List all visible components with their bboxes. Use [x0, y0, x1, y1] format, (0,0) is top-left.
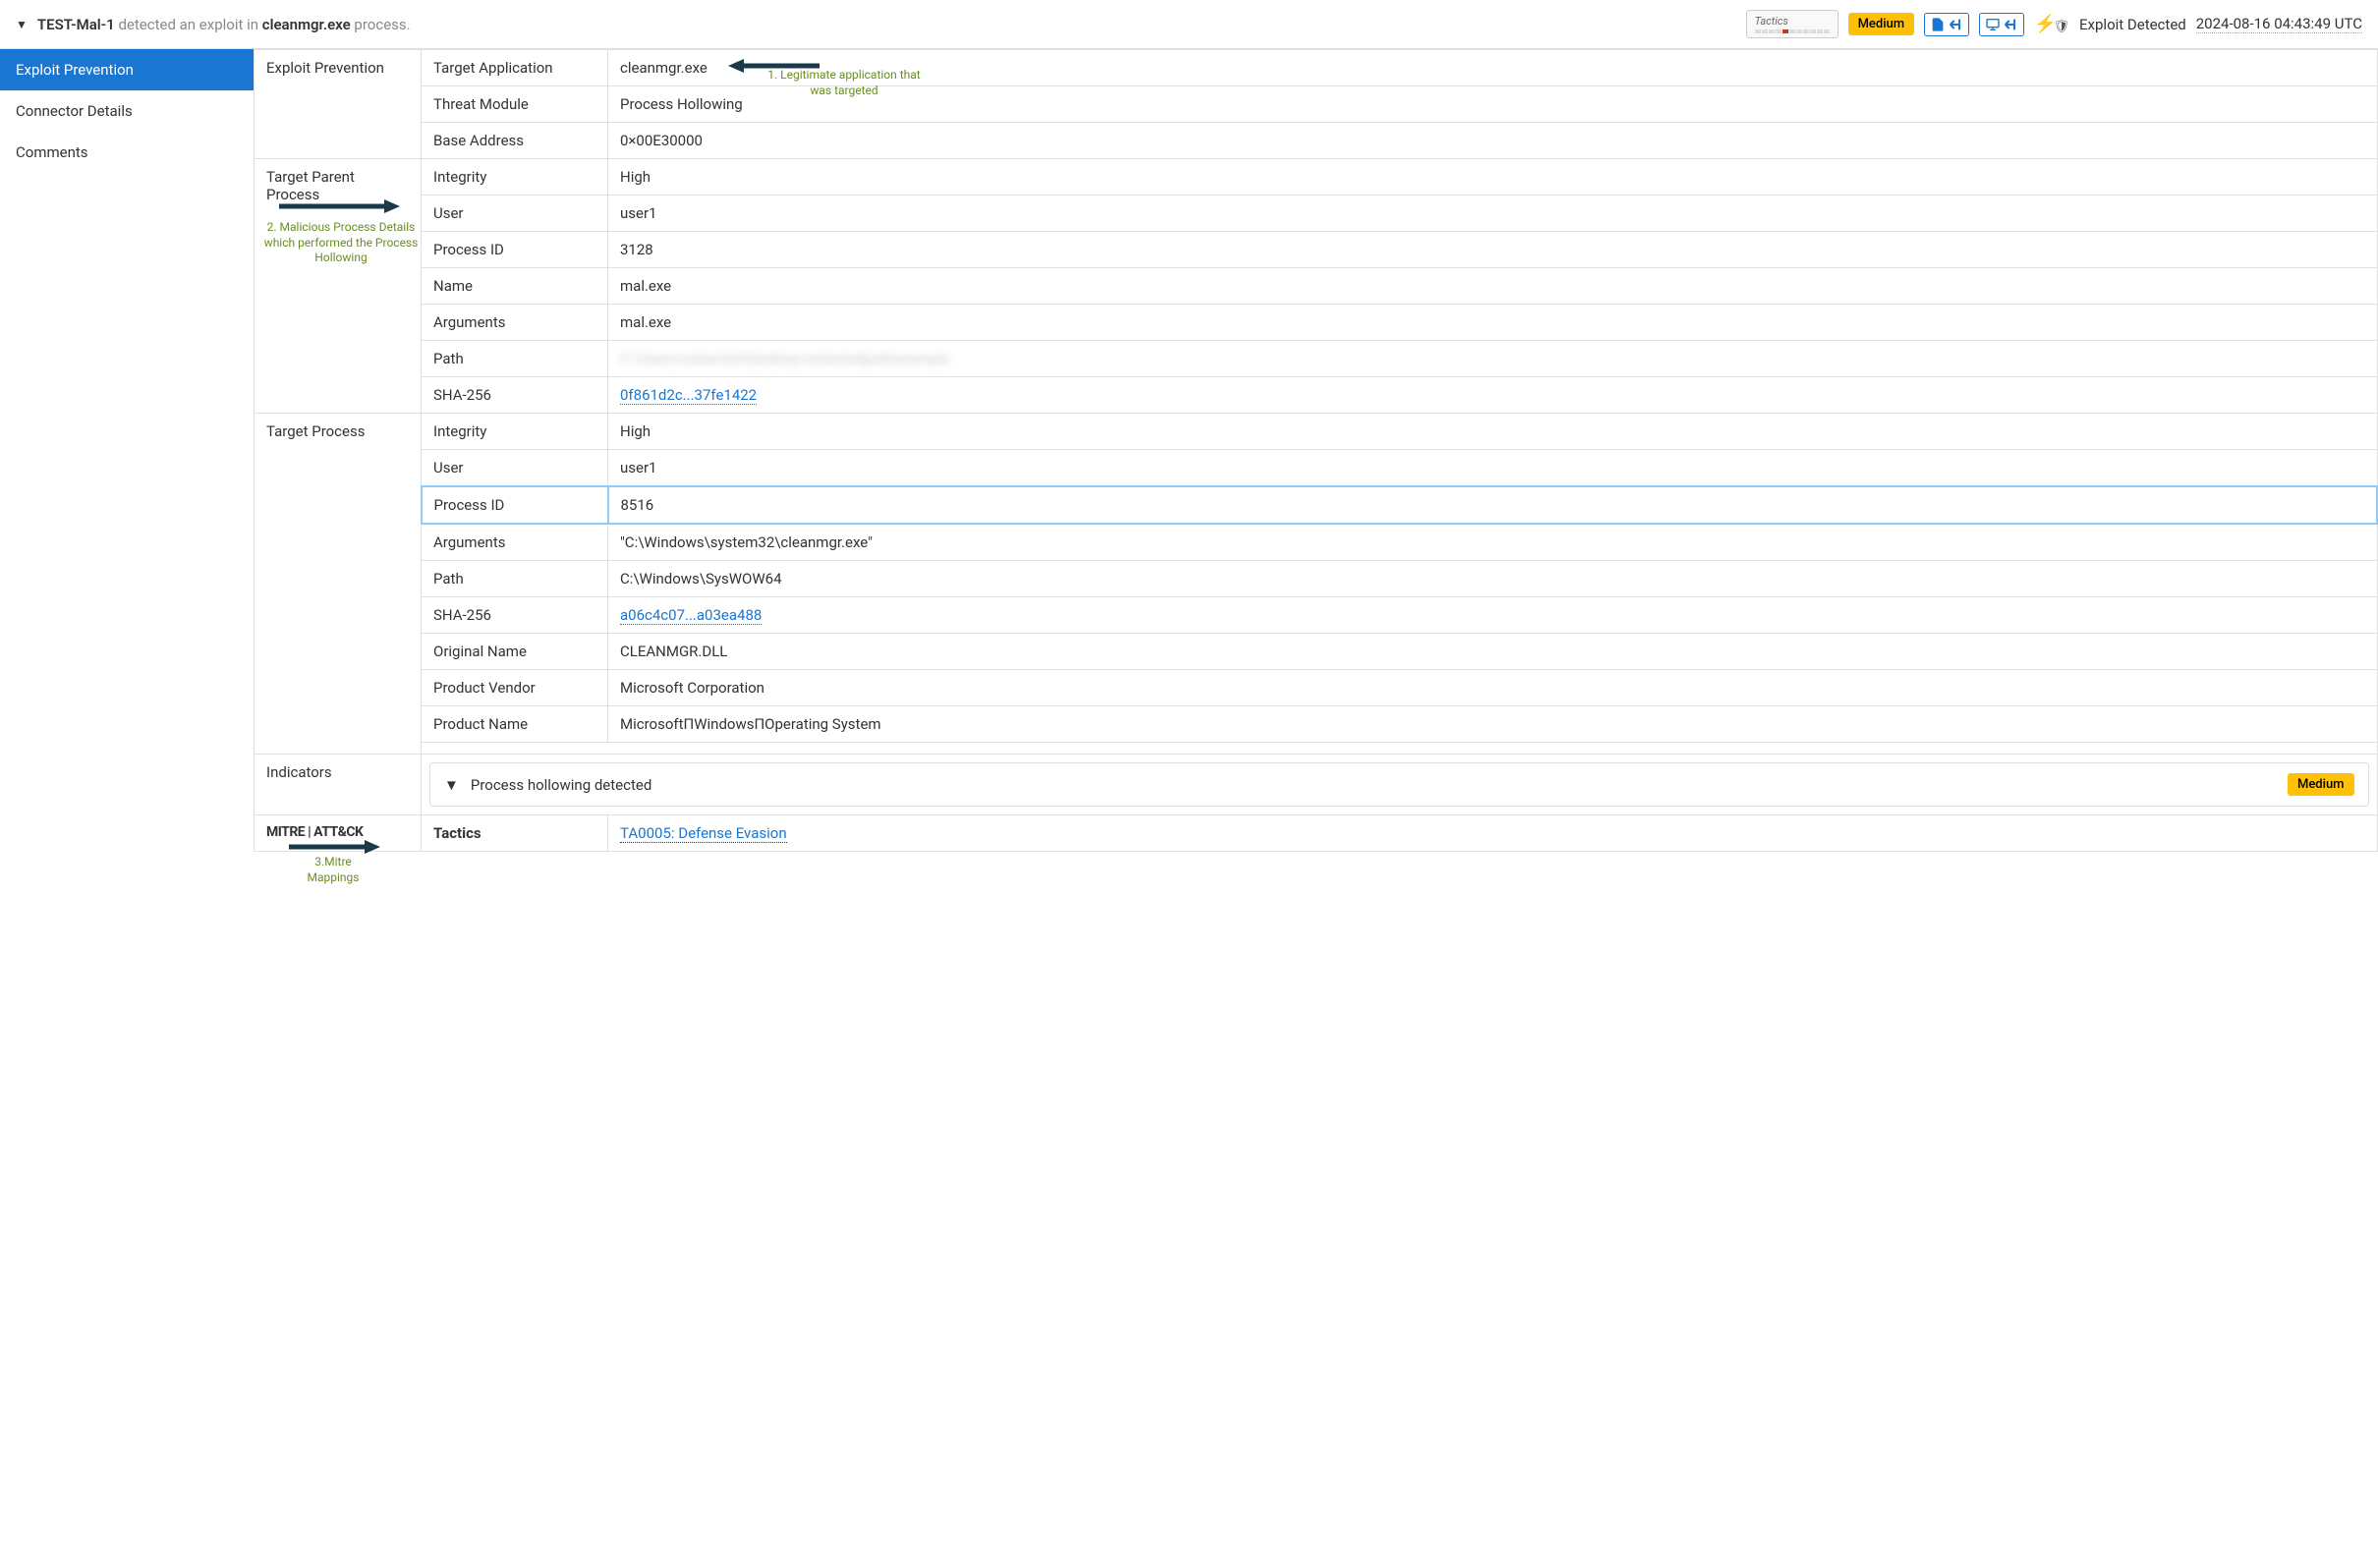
target-process-name: cleanmgr.exe [262, 16, 351, 33]
file-trajectory-icon[interactable] [1924, 13, 1969, 36]
device-trajectory-icon[interactable] [1979, 13, 2024, 36]
tactics-box[interactable]: Tactics [1746, 10, 1839, 38]
hash-link[interactable]: a06c4c07...a03ea488 [620, 606, 762, 625]
value-target-application: cleanmgr.exe 1. Legitimate application t… [608, 50, 2378, 86]
table-row: SHA-256 0f861d2c...37fe1422 [255, 377, 2378, 414]
table-row: Indicators ▼ Process hollowing detected … [255, 755, 2378, 815]
main-content: Exploit Prevention Target Application cl… [254, 49, 2378, 852]
table-row-highlighted: Process ID 8516 [255, 486, 2378, 524]
table-row: Path C:\Users\redacted\Desktop\redactedp… [255, 341, 2378, 377]
table-row: Exploit Prevention Target Application cl… [255, 50, 2378, 86]
table-row: Base Address 0×00E30000 [255, 123, 2378, 159]
event-header: ▼ TEST-Mal-1 detected an exploit in clea… [0, 0, 2378, 49]
table-row: Name mal.exe [255, 268, 2378, 305]
chevron-down-icon: ▼ [444, 776, 459, 794]
hash-link[interactable]: 0f861d2c...37fe1422 [620, 386, 757, 405]
header-title: TEST-Mal-1 detected an exploit in cleanm… [37, 16, 1736, 33]
table-row: Arguments mal.exe [255, 305, 2378, 341]
sidebar-item-connector-details[interactable]: Connector Details [0, 90, 254, 132]
table-row: Process ID 3128 [255, 232, 2378, 268]
indicator-item[interactable]: ▼ Process hollowing detected Medium [429, 762, 2369, 807]
table-row: Path C:\Windows\SysWOW64 [255, 561, 2378, 597]
table-row: Target Process Integrity High [255, 414, 2378, 450]
hostname: TEST-Mal-1 [37, 16, 115, 33]
annotation-arrow-3 [284, 837, 382, 857]
indicator-label: Process hollowing detected [471, 776, 651, 794]
details-table: Exploit Prevention Target Application cl… [254, 49, 2378, 852]
section-target-parent: Target Parent Process 2. Malicious Proce… [255, 159, 422, 414]
mitre-logo: MITRE | ATT&CK [266, 824, 409, 840]
table-row: Threat Module Process Hollowing [255, 86, 2378, 123]
annotation-3: 3.Mitre Mappings [294, 855, 372, 885]
table-row: SHA-256 a06c4c07...a03ea488 [255, 597, 2378, 634]
annotation-arrow-1 [726, 56, 824, 76]
table-row: MITRE | ATT&CK 3.Mitre Mappings Tactics … [255, 815, 2378, 852]
table-row [255, 743, 2378, 755]
tactics-bar [1755, 29, 1830, 33]
collapse-icon[interactable]: ▼ [16, 18, 28, 31]
annotation-2: 2. Malicious Process Details which perfo… [262, 220, 420, 266]
table-row: User user1 [255, 196, 2378, 232]
table-row: User user1 [255, 450, 2378, 487]
table-row: Arguments "C:\Windows\system32\cleanmgr.… [255, 524, 2378, 561]
table-row: Original Name CLEANMGR.DLL [255, 634, 2378, 670]
indicator-severity-badge: Medium [2288, 773, 2354, 796]
section-mitre: MITRE | ATT&CK 3.Mitre Mappings [255, 815, 422, 852]
section-target-process: Target Process [255, 414, 422, 755]
section-indicators: Indicators [255, 755, 422, 815]
tactic-link[interactable]: TA0005: Defense Evasion [620, 824, 787, 843]
sidebar-item-exploit-prevention[interactable]: Exploit Prevention [0, 49, 254, 90]
severity-badge: Medium [1848, 13, 1915, 35]
sidebar-item-comments[interactable]: Comments [0, 132, 254, 173]
section-exploit-prevention: Exploit Prevention [255, 50, 422, 159]
value-parent-path: C:\Users\redacted\Desktop\redactedpathex… [608, 341, 2378, 377]
table-row: Product Vendor Microsoft Corporation [255, 670, 2378, 706]
table-row: Target Parent Process 2. Malicious Proce… [255, 159, 2378, 196]
event-type: Exploit Detected [2079, 16, 2186, 33]
sidebar: Exploit Prevention Connector Details Com… [0, 49, 254, 852]
label-target-application: Target Application [422, 50, 608, 86]
timestamp: 2024-08-16 04:43:49 UTC [2196, 15, 2362, 33]
label-tactics: Tactics [422, 815, 608, 852]
table-row: Product Name MicrosoftΠWindowsΠOperating… [255, 706, 2378, 743]
exploit-icon: ⚡🛡 [2034, 14, 2069, 34]
